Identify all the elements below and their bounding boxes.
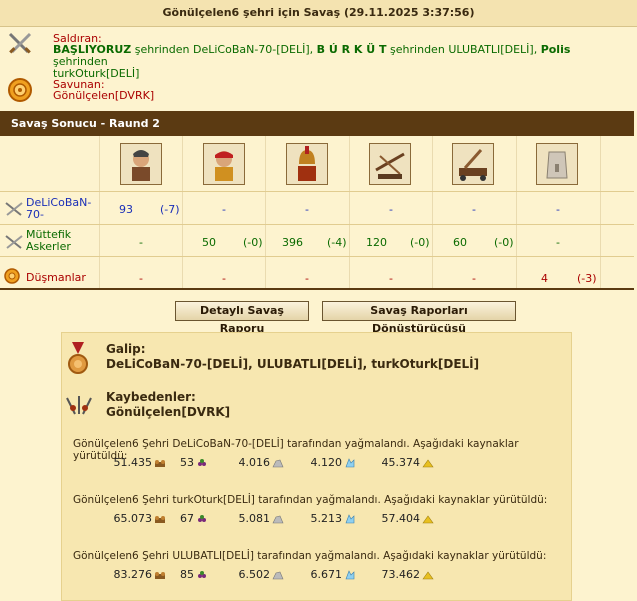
cell-value: - <box>556 236 560 249</box>
cell-delta: (-7) <box>160 203 180 216</box>
attacker-section: Saldıran: BAŞLIYORUZ şehrinden DeLiCoBaN… <box>0 27 637 80</box>
cell-value: - <box>139 272 143 285</box>
defeated-soldiers-icon <box>66 396 92 415</box>
cell-value: 93 <box>119 203 133 216</box>
ballista-unit-icon <box>369 143 411 185</box>
loot-values-row: 51.435 53 4.016 4.120 45.374 <box>62 456 573 470</box>
wine-value: 53 <box>180 456 194 469</box>
winner-names: DeLiCoBaN-70-[DELİ], ULUBATLI[DELİ], tur… <box>106 357 480 371</box>
shield-icon <box>8 78 32 102</box>
sulfur-value: 73.462 <box>381 568 421 581</box>
crystal-icon <box>344 458 356 468</box>
crossed-swords-icon <box>5 202 23 216</box>
wood-value: 65.073 <box>113 512 153 525</box>
cell-value: - <box>139 236 143 249</box>
wine-icon <box>196 570 208 580</box>
sulfur-icon <box>422 458 434 468</box>
marble-value: 6.502 <box>238 568 271 581</box>
sulfur-icon <box>422 514 434 524</box>
battle-table: DeLiCoBaN-70- 93 (-7) - - - - - Müttefik… <box>0 136 634 290</box>
row-label-enemies: Düşmanlar <box>26 271 86 284</box>
cell-delta: (-0) <box>410 236 430 249</box>
winner-label: Galip: <box>106 342 146 356</box>
wine-icon <box>196 514 208 524</box>
archer-unit-icon <box>203 143 245 185</box>
sulfur-value: 45.374 <box>381 456 421 469</box>
battle-summary: Galip: DeLiCoBaN-70-[DELİ], ULUBATLI[DEL… <box>61 332 572 601</box>
attacker-segment: şehrinden <box>386 43 449 56</box>
crossed-swords-icon <box>8 32 32 54</box>
row-label-allies: Müttefik Askerler <box>26 228 72 253</box>
attacker-segment: ULUBATLI[DELİ] <box>448 43 534 56</box>
wine-value: 85 <box>180 568 194 581</box>
cell-value: 396 <box>282 236 303 249</box>
loot-values-row: 65.073 67 5.081 5.213 57.404 <box>62 512 573 526</box>
crystal-icon <box>344 514 356 524</box>
catapult-unit-icon <box>452 143 494 185</box>
crystal-value: 6.671 <box>310 568 343 581</box>
wall-unit-icon <box>536 143 578 185</box>
cell-delta: (-0) <box>243 236 263 249</box>
loot-description: Gönülçelen6 Şehri turkOturk[DELİ] tarafı… <box>73 494 548 506</box>
shield-icon <box>4 268 20 284</box>
marble-value: 5.081 <box>238 512 271 525</box>
battle-result-header: Savaş Sonucu - Raund 2 <box>0 111 634 136</box>
wood-icon <box>154 514 166 524</box>
cell-delta: (-4) <box>327 236 347 249</box>
page-title: Gönülçelen6 şehri için Savaş (29.11.2025… <box>0 0 637 27</box>
attacker-segment: , <box>309 43 317 56</box>
attacker-segment: B Ú R K Ü T <box>316 43 387 56</box>
loser-names: Gönülçelen[DVRK] <box>106 405 231 419</box>
cell-value: - <box>389 272 393 285</box>
cell-value: - <box>472 203 476 216</box>
wood-value: 83.276 <box>113 568 153 581</box>
crystal-value: 5.213 <box>310 512 343 525</box>
medal-icon <box>68 342 88 374</box>
defender-section: Savunan: Gönülçelen[DVRK] <box>0 75 637 109</box>
cell-delta: (-3) <box>577 272 597 285</box>
attacker-segment: , <box>533 43 541 56</box>
cell-delta: (-0) <box>494 236 514 249</box>
wine-value: 67 <box>180 512 194 525</box>
wood-icon <box>154 570 166 580</box>
cell-value: - <box>305 272 309 285</box>
detailed-report-button[interactable]: Detaylı Savaş Raporu <box>175 301 309 335</box>
attacker-segment: şehrinden <box>131 43 193 56</box>
swordsman-unit-icon <box>120 143 162 185</box>
cell-value: - <box>389 203 393 216</box>
crystal-value: 4.120 <box>310 456 343 469</box>
marble-icon <box>272 458 284 468</box>
row-label-delicoban: DeLiCoBaN-70- <box>26 196 92 221</box>
marble-icon <box>272 514 284 524</box>
loot-values-row: 83.276 85 6.502 6.671 73.462 <box>62 568 573 582</box>
cell-value: 120 <box>366 236 387 249</box>
marble-icon <box>272 570 284 580</box>
cell-value: 60 <box>453 236 467 249</box>
crystal-icon <box>344 570 356 580</box>
crossed-swords-icon <box>5 235 23 249</box>
wood-icon <box>154 458 166 468</box>
sulfur-icon <box>422 570 434 580</box>
cell-value: - <box>222 203 226 216</box>
cell-value: - <box>305 203 309 216</box>
cell-value: - <box>472 272 476 285</box>
wine-icon <box>196 458 208 468</box>
defender-name: Gönülçelen[DVRK] <box>53 89 155 102</box>
loser-label: Kaybedenler: <box>106 390 196 404</box>
spartan-hoplite-unit-icon <box>286 143 328 185</box>
marble-value: 4.016 <box>238 456 271 469</box>
wood-value: 51.435 <box>113 456 153 469</box>
report-converter-button[interactable]: Savaş Raporları Dönüştürücüsü <box>322 301 516 335</box>
loot-description: Gönülçelen6 Şehri ULUBATLI[DELİ] tarafın… <box>73 550 547 562</box>
attacker-segment: DeLiCoBaN-70-[DELİ] <box>192 43 310 56</box>
cell-value: 4 <box>541 272 548 285</box>
sulfur-value: 57.404 <box>381 512 421 525</box>
attacker-segment: Polis <box>540 43 571 56</box>
cell-value: - <box>556 203 560 216</box>
cell-value: - <box>222 272 226 285</box>
cell-value: 50 <box>202 236 216 249</box>
attacker-line-1: BAŞLIYORUZ şehrinden DeLiCoBaN-70-[DELİ]… <box>53 43 570 68</box>
